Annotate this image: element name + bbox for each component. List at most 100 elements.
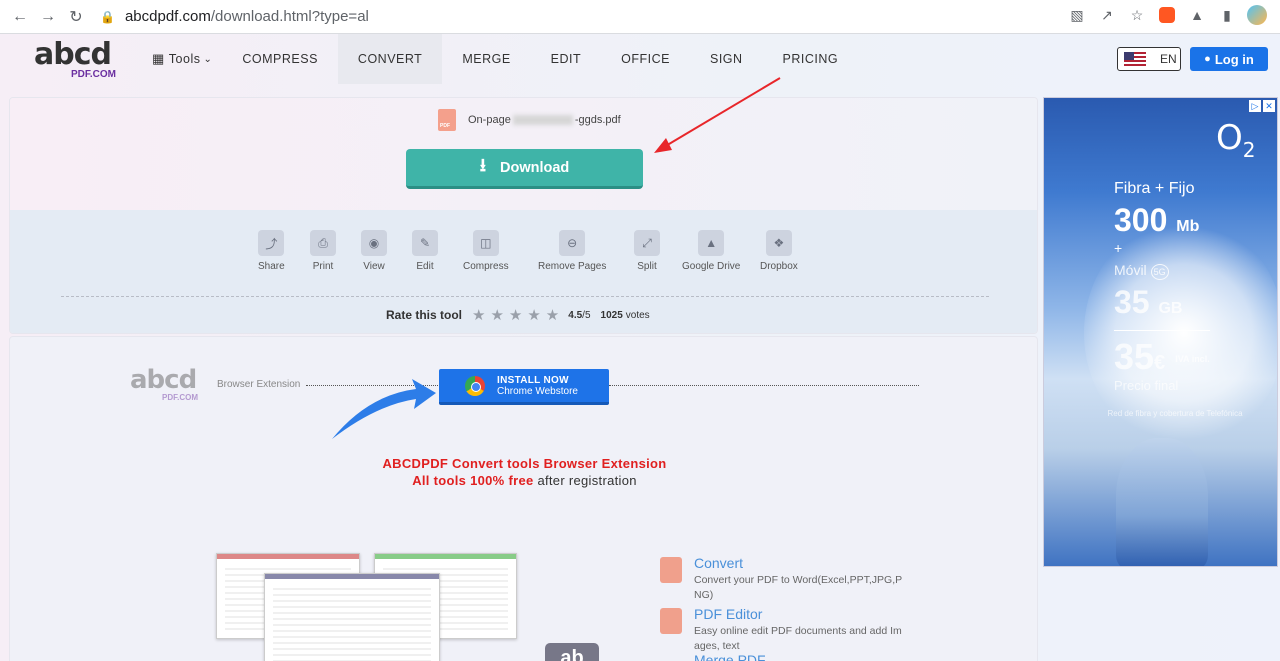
us-flag-icon: [1124, 52, 1146, 66]
translate-icon[interactable]: ▧: [1066, 4, 1088, 26]
nav-edit[interactable]: EDIT: [531, 34, 601, 84]
language-label: EN: [1160, 52, 1177, 66]
nav-sign[interactable]: SIGN: [690, 34, 763, 84]
tool-view[interactable]: ◉ View: [361, 230, 387, 272]
tool-edit[interactable]: ✎ Edit: [412, 230, 438, 272]
file-suffix: -ggds.pdf: [574, 114, 621, 126]
dropbox-icon: ❖: [765, 230, 792, 256]
rating-stars[interactable]: ★★★★★: [472, 306, 564, 324]
login-button[interactable]: ● Log in: [1190, 47, 1268, 71]
ad-footnote: Red de fibra y cobertura de Telefónica: [1107, 409, 1243, 418]
feature-title: Merge PDF: [694, 652, 766, 661]
extension-logo: abcd PDF.COM: [130, 367, 198, 402]
install-line2: Chrome Webstore: [497, 385, 578, 397]
extension-icon[interactable]: [1156, 4, 1178, 26]
tool-split[interactable]: ⤢ Split: [634, 230, 660, 272]
file-prefix: On-page: [468, 114, 511, 126]
ad-5g-badge: 5G: [1150, 264, 1169, 280]
promo-rest: after registration: [537, 473, 637, 488]
download-card: On-page -ggds.pdf ⭳ Download ⤴ Share ⎙ P…: [9, 97, 1038, 334]
extension-card: abcd PDF.COM Browser Extension INSTALL N…: [9, 336, 1038, 661]
ad-brand: O2: [1216, 118, 1256, 162]
nav-tools[interactable]: ▦ Tools ⌄: [144, 34, 222, 84]
nav-compress[interactable]: COMPRESS: [222, 34, 338, 84]
browser-toolbar: ← → ↻ 🔒 abcdpdf.com/download.html?type=a…: [0, 0, 1280, 34]
user-icon: ●: [1204, 53, 1211, 65]
tools-row: ⤴ Share ⎙ Print ◉ View ✎ Edit ◫ Compress…: [10, 230, 1037, 280]
feature-desc: Convert your PDF to Word(Excel,PPT,JPG,P…: [694, 574, 902, 601]
print-icon: ⎙: [310, 230, 336, 256]
nav-pricing[interactable]: PRICING: [763, 34, 859, 84]
votes-label: votes: [625, 309, 650, 321]
tool-label: Google Drive: [682, 261, 741, 272]
rating: Rate this tool ★★★★★ 4.5/5 1025 votes: [386, 306, 650, 324]
pdf-file-icon: [438, 109, 456, 131]
tool-remove-pages[interactable]: ⊖ Remove Pages: [538, 230, 606, 272]
ad-movil: Móvil 5G: [1114, 262, 1169, 280]
nav-tools-label: Tools: [168, 52, 201, 66]
logo-text: abcd: [34, 37, 112, 72]
forward-icon[interactable]: →: [34, 3, 62, 31]
ad-price-unit: €: [1154, 352, 1166, 374]
site-header: abcd PDF.COM ▦ Tools ⌄ COMPRESS CONVERT …: [0, 34, 1280, 84]
ad-price-value: 35: [1114, 336, 1155, 377]
ad-close-icon[interactable]: ✕: [1263, 100, 1275, 112]
install-line1: INSTALL NOW: [497, 374, 569, 386]
ad-brand-sub: 2: [1242, 137, 1256, 162]
tool-label: Print: [312, 261, 334, 272]
install-chrome-button[interactable]: INSTALL NOW Chrome Webstore: [439, 369, 609, 405]
tool-label: Share: [258, 261, 285, 272]
tool-label: Compress: [463, 261, 509, 272]
promo-title: ABCDPDF Convert tools Browser Extension: [382, 456, 667, 471]
download-button[interactable]: ⭳ Download: [406, 149, 643, 189]
tool-google-drive[interactable]: ▲ Google Drive: [682, 230, 740, 272]
chevron-down-icon: ⌄: [203, 53, 213, 65]
ext-logo-text: abcd: [130, 365, 197, 395]
ad-speed: 300 Mb: [1114, 202, 1199, 239]
split-icon: ⤢: [634, 230, 660, 256]
advertisement[interactable]: ▷ ✕ O2 Fibra + Fijo 300 Mb + Móvil 5G 35…: [1043, 97, 1278, 567]
ad-info-icon[interactable]: ▷: [1249, 100, 1261, 112]
puzzle-icon[interactable]: ▲: [1186, 4, 1208, 26]
nav-office[interactable]: OFFICE: [601, 34, 690, 84]
language-selector[interactable]: EN: [1117, 47, 1181, 71]
rating-label: Rate this tool: [386, 308, 463, 322]
ad-speed-unit: Mb: [1176, 218, 1200, 235]
tool-share[interactable]: ⤴ Share: [258, 230, 285, 272]
back-icon[interactable]: ←: [6, 3, 34, 31]
tool-label: Remove Pages: [538, 261, 607, 272]
nav-merge[interactable]: MERGE: [442, 34, 530, 84]
profile-avatar[interactable]: [1246, 4, 1268, 26]
remove-icon: ⊖: [559, 230, 586, 256]
tool-compress[interactable]: ◫ Compress: [463, 230, 509, 272]
divider: [61, 296, 989, 297]
pdf-editor-icon: [660, 608, 682, 634]
tool-label: Edit: [416, 261, 434, 272]
tool-label: View: [363, 261, 385, 272]
file-info: On-page -ggds.pdf: [438, 109, 621, 131]
ad-data: 35 GB: [1114, 284, 1182, 321]
preview-screenshot: [264, 573, 440, 661]
address-bar[interactable]: 🔒 abcdpdf.com/download.html?type=al: [100, 3, 1100, 31]
site-logo[interactable]: abcd PDF.COM: [34, 40, 124, 84]
tool-dropbox[interactable]: ❖ Dropbox: [760, 230, 798, 272]
sidebar-icon[interactable]: ▮: [1216, 4, 1238, 26]
ad-line1: Fibra + Fijo: [1114, 180, 1195, 197]
bookmark-star-icon[interactable]: ☆: [1126, 4, 1148, 26]
edit-icon: ✎: [412, 230, 438, 256]
tool-print[interactable]: ⎙ Print: [310, 230, 336, 272]
ab-badge: ab: [545, 643, 599, 661]
reload-icon[interactable]: ↻: [62, 3, 90, 31]
share-page-icon[interactable]: ↗: [1096, 4, 1118, 26]
tool-label: Split: [637, 261, 657, 272]
nav-convert[interactable]: CONVERT: [337, 34, 443, 84]
login-label: Log in: [1214, 51, 1254, 67]
logo-sub: PDF.COM: [71, 69, 116, 80]
grid-icon: ▦: [152, 51, 165, 66]
share-icon: ⤴: [258, 230, 285, 256]
download-label: Download: [500, 159, 570, 176]
ad-brand-letter: O: [1216, 118, 1243, 158]
ad-movil-label: Móvil: [1114, 262, 1147, 278]
dotted-line: [609, 385, 919, 386]
promo-red: All tools 100% free: [412, 473, 534, 488]
